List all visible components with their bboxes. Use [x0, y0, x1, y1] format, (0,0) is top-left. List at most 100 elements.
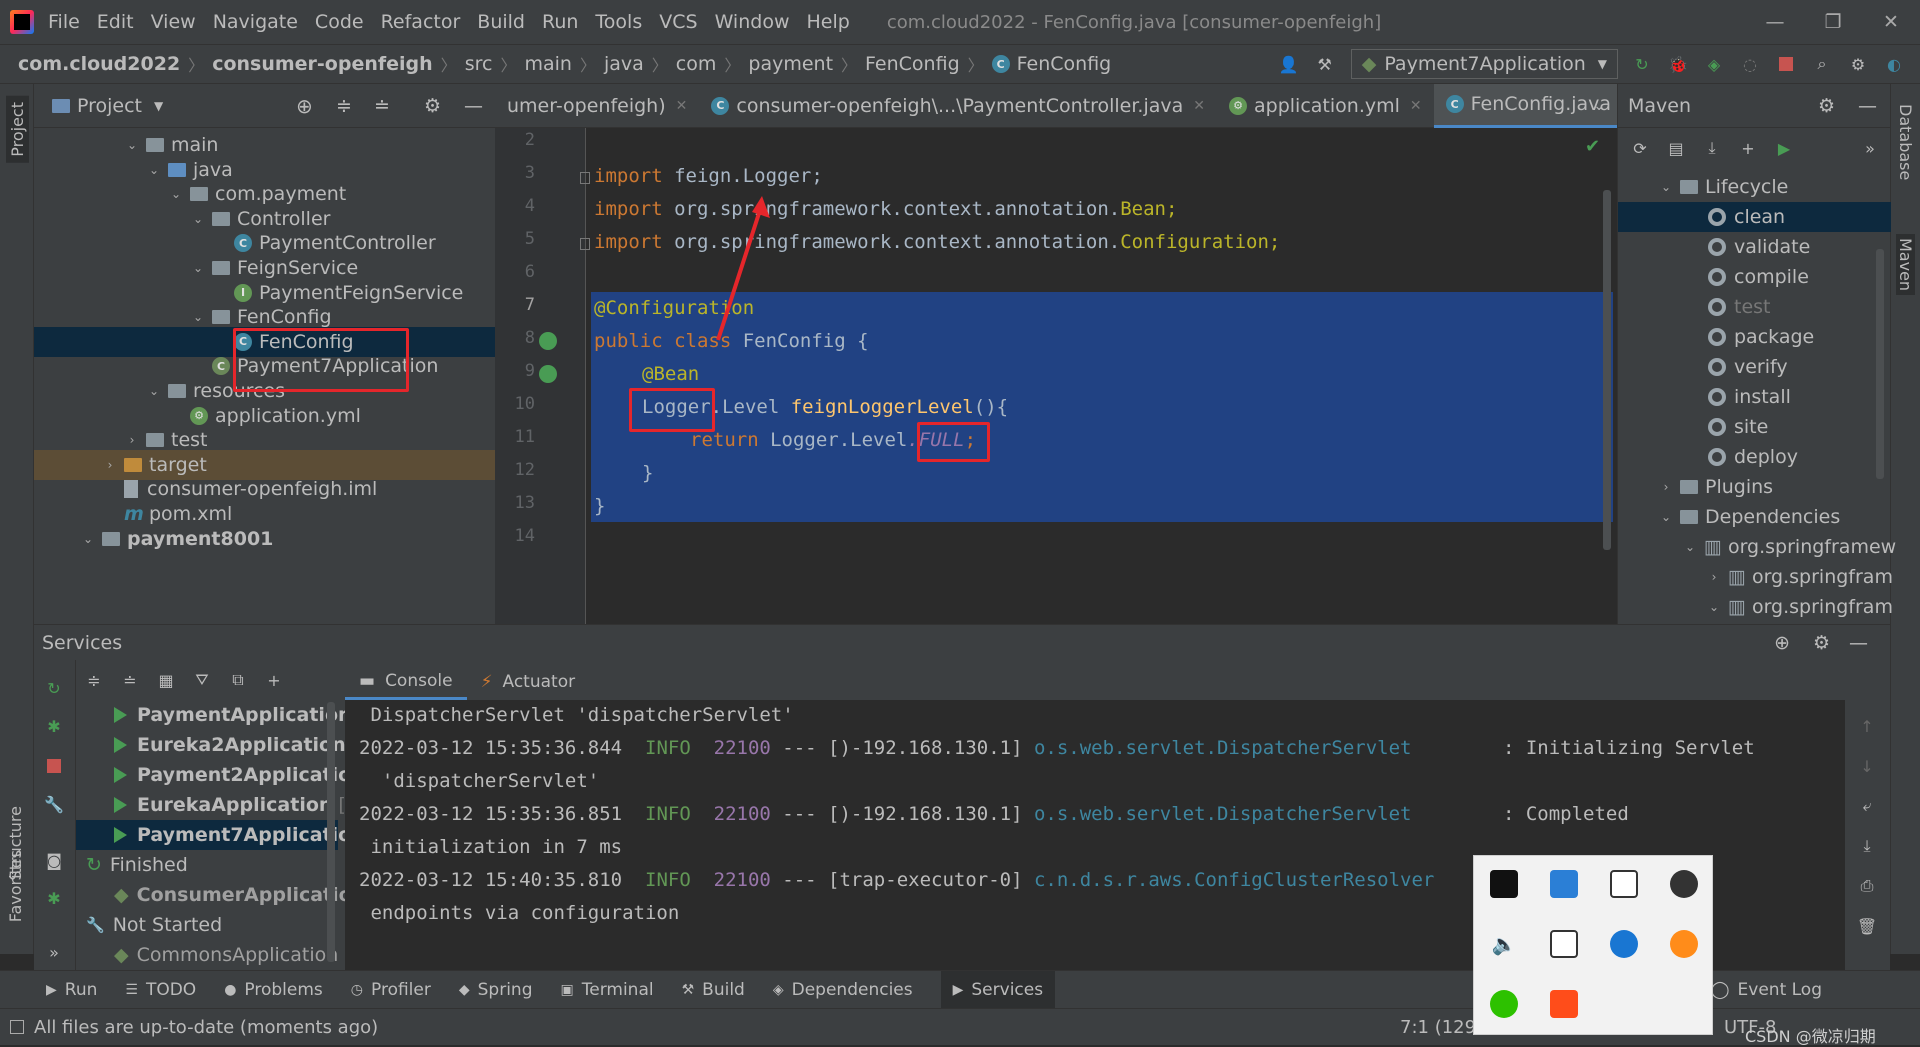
close-icon[interactable]: ✕ [1862, 11, 1920, 33]
maven-dependency[interactable]: ⌄ ▥ org.springfram [1706, 592, 1893, 622]
rerun-icon[interactable]: ↻ [1632, 54, 1652, 74]
menu-help[interactable]: Help [806, 11, 849, 33]
maven-dependency[interactable]: ⌄ ▥ org.springframew [1682, 532, 1896, 562]
display-icon[interactable] [1550, 930, 1578, 958]
profiler-icon[interactable]: ◌ [1740, 54, 1760, 74]
maven-lifecycle[interactable]: ⌄ Lifecycle [1658, 172, 1788, 202]
spring-bean-gutter-icon[interactable] [539, 332, 557, 350]
collapse-all-icon[interactable]: ≐ [374, 95, 390, 117]
chevron-right-icon[interactable]: › [1658, 480, 1674, 494]
breadcrumb-item[interactable]: java [604, 53, 644, 75]
stop-icon[interactable] [1776, 54, 1796, 74]
chevron-down-icon[interactable]: ⌄ [1706, 600, 1722, 614]
breadcrumb-item[interactable]: main [524, 53, 571, 75]
maven-goal[interactable]: test [1708, 292, 1771, 322]
tab-console[interactable]: ▬ Console [345, 664, 467, 700]
editor-scrollbar[interactable] [1603, 190, 1611, 550]
maven-goal[interactable]: verify [1708, 352, 1788, 382]
camera-icon[interactable]: ◙ [44, 850, 64, 870]
breadcrumb-item[interactable]: payment [748, 53, 833, 75]
expand-all-icon[interactable]: ≑ [84, 670, 104, 690]
menu-navigate[interactable]: Navigate [213, 11, 298, 33]
locate-icon[interactable]: ⊕ [296, 94, 313, 118]
more-icon[interactable]: » [1860, 138, 1880, 158]
hide-icon[interactable]: — [1849, 632, 1868, 654]
breadcrumb-item[interactable]: consumer-openfeigh [212, 53, 432, 75]
chevron-down-icon[interactable]: ⌄ [80, 532, 96, 546]
coverage-icon[interactable]: ◈ [1704, 54, 1724, 74]
favorites-tool-tab[interactable]: Favorites [6, 850, 25, 922]
breadcrumb-item[interactable]: FenConfig [1017, 53, 1112, 75]
scroll-up-icon[interactable]: ↑ [1857, 716, 1877, 736]
editor-tab[interactable]: ⚙ application.yml ✕ [1217, 84, 1434, 128]
menu-build[interactable]: Build [477, 11, 525, 33]
project-tool-tab[interactable]: Project [6, 96, 29, 163]
chevron-down-icon[interactable]: ⌄ [1593, 98, 1605, 114]
chevron-down-icon[interactable]: ⌄ [190, 310, 206, 324]
restore-icon[interactable]: ❐ [1804, 11, 1862, 33]
chevron-down-icon[interactable]: ⌄ [190, 212, 206, 226]
close-tab-icon[interactable]: ✕ [1410, 98, 1422, 114]
chevron-down-icon[interactable]: ⌄ [124, 138, 140, 152]
speaker-icon[interactable]: 🔈 [1490, 930, 1518, 958]
firefox-icon[interactable] [1670, 930, 1698, 958]
expand-all-icon[interactable]: ≑ [336, 95, 352, 117]
editor-tab[interactable]: Cconsumer-openfeigh\...\PaymentControlle… [699, 84, 1217, 128]
app-red-icon[interactable] [1550, 990, 1578, 1018]
wrench-icon[interactable]: 🔧 [44, 794, 64, 814]
filter-icon[interactable]: ⛛ [192, 670, 212, 690]
add-icon[interactable]: + [1738, 138, 1758, 158]
settings-icon[interactable]: ⚙ [1848, 54, 1868, 74]
bottom-tab-spring[interactable]: ◆ Spring [459, 980, 533, 1000]
bottom-tab-profiler[interactable]: ◷ Profiler [351, 980, 431, 1000]
scroll-down-icon[interactable]: ↓ [1857, 756, 1877, 776]
update-icon[interactable]: ◐ [1884, 54, 1904, 74]
print-icon[interactable]: ⎙ [1857, 876, 1877, 896]
close-tab-icon[interactable]: ✕ [1193, 98, 1205, 114]
run-icon[interactable]: ▶ [1774, 138, 1794, 158]
chevron-down-icon[interactable]: ⌄ [1682, 540, 1698, 554]
editor-tab[interactable]: umer-openfeigh) ✕ [495, 84, 699, 128]
search-icon[interactable]: ⌕ [1812, 54, 1832, 74]
tree-item[interactable]: ⌄ payment8001 [80, 524, 273, 554]
security-shield-icon[interactable] [1610, 870, 1638, 898]
services-list-scrollbar[interactable] [327, 702, 335, 962]
maven-goal[interactable]: validate [1708, 232, 1810, 262]
service-item[interactable]: ↻ Finished [86, 850, 188, 880]
event-log-button[interactable]: ◯ Event Log [1711, 980, 1823, 1000]
more-icon[interactable]: » [44, 942, 64, 962]
bottom-tab-dependencies[interactable]: ◈ Dependencies [773, 980, 913, 1000]
add-folder-icon[interactable]: ▤ [1666, 138, 1686, 158]
menu-vcs[interactable]: VCS [659, 11, 697, 33]
soft-wrap-icon[interactable]: ⤶ [1857, 796, 1877, 816]
bottom-tab-todo[interactable]: ☰ TODO [125, 980, 196, 1000]
chevron-down-icon[interactable]: ⌄ [168, 187, 184, 201]
service-item[interactable]: Eureka2Application(2) [114, 730, 379, 760]
breadcrumb-item[interactable]: src [465, 53, 493, 75]
menu-window[interactable]: Window [715, 11, 790, 33]
chevron-down-icon[interactable]: ⌄ [1658, 180, 1674, 194]
maven-goal[interactable]: clean [1618, 202, 1891, 232]
chevron-right-icon[interactable]: › [102, 458, 118, 472]
menu-file[interactable]: File [48, 11, 80, 33]
bottom-tab-services[interactable]: ▶ Services [940, 970, 1056, 1009]
service-item[interactable]: 🔧 Not Started [86, 910, 222, 940]
scroll-to-end-icon[interactable]: ⤓ [1857, 836, 1877, 856]
tab-actuator[interactable]: ⚡ Actuator [467, 664, 590, 700]
settings-icon[interactable]: ⚙ [1818, 95, 1835, 117]
group-icon[interactable]: ▦ [156, 670, 176, 690]
maven-scrollbar[interactable] [1876, 249, 1884, 479]
breadcrumb-item[interactable]: FenConfig [865, 53, 960, 75]
close-tab-icon[interactable]: ✕ [676, 98, 688, 114]
maven-dependency[interactable]: › ▥ org.springfram [1706, 562, 1893, 592]
trash-icon[interactable]: 🗑 [1857, 916, 1877, 936]
chevron-down-icon[interactable]: ▼ [154, 99, 163, 113]
debug-icon[interactable]: 🐞 [1668, 54, 1688, 74]
caret-position[interactable]: 7:1 (129 [1400, 1017, 1476, 1038]
hide-icon[interactable]: — [1858, 95, 1877, 117]
breadcrumb-item[interactable]: com [676, 53, 717, 75]
tree-item[interactable]: ⚙ application.yml [190, 401, 361, 431]
chevron-right-icon[interactable]: › [1706, 570, 1722, 584]
settings-icon[interactable]: ⚙ [424, 95, 441, 117]
spring-bean-gutter-icon[interactable] [539, 365, 557, 383]
